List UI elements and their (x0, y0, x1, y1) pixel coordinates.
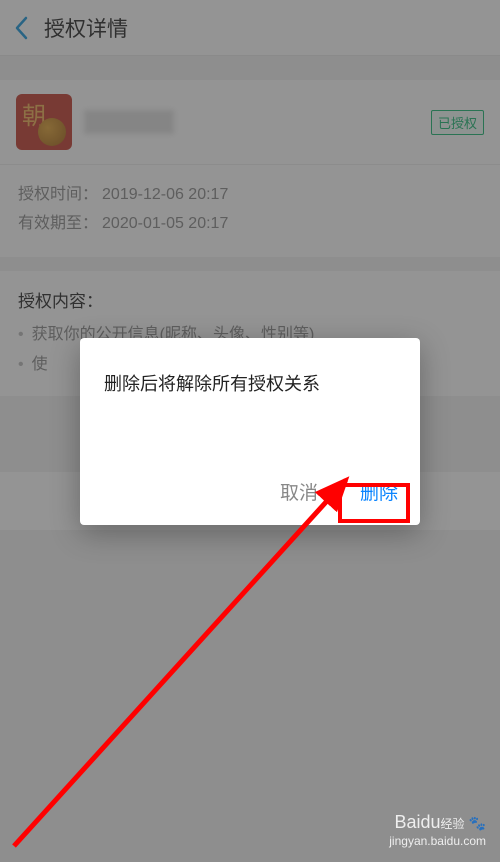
watermark-brand: Baidu (395, 812, 441, 832)
paw-icon: 🐾 (469, 815, 486, 831)
watermark: Baidu经验🐾 jingyan.baidu.com (389, 812, 486, 848)
dialog-message: 删除后将解除所有授权关系 (80, 338, 420, 462)
delete-button[interactable]: 删除 (356, 476, 402, 507)
confirm-dialog: 删除后将解除所有授权关系 取消 删除 (80, 338, 420, 525)
cancel-button[interactable]: 取消 (276, 476, 322, 507)
modal-overlay: 删除后将解除所有授权关系 取消 删除 Baidu经验🐾 jingyan.baid… (0, 0, 500, 862)
watermark-site: jingyan.baidu.com (389, 834, 486, 848)
